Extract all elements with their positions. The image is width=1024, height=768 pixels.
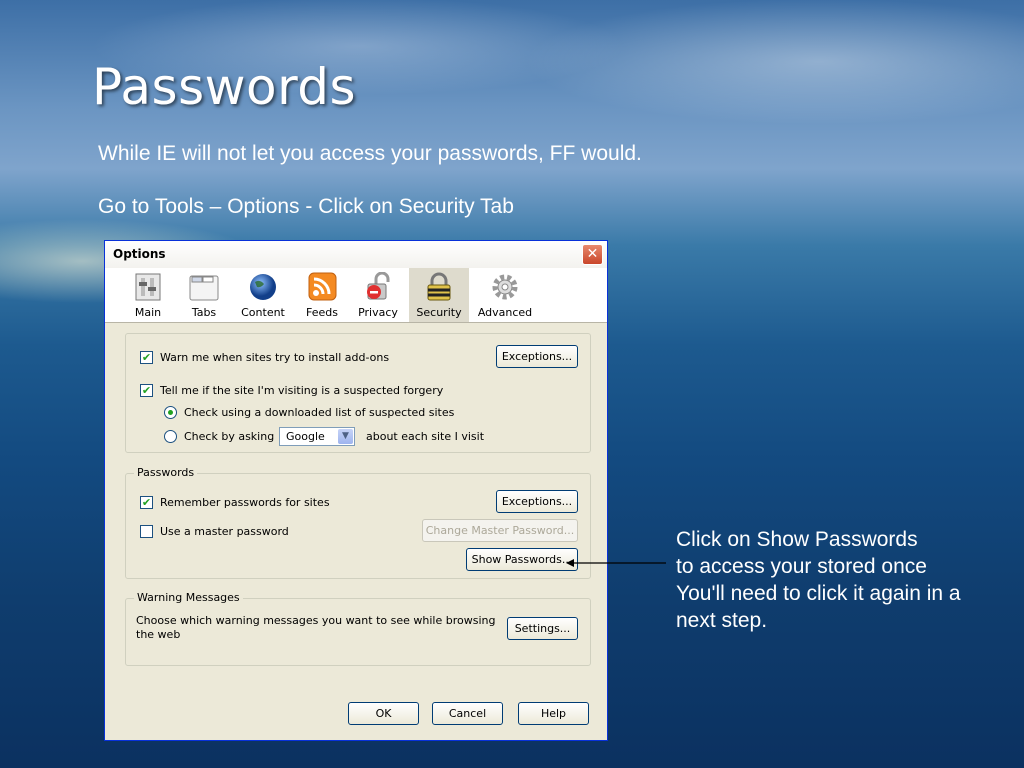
callout-text: Click on Show Passwords to access your s… [676,528,961,632]
callout-arrow [566,559,666,567]
